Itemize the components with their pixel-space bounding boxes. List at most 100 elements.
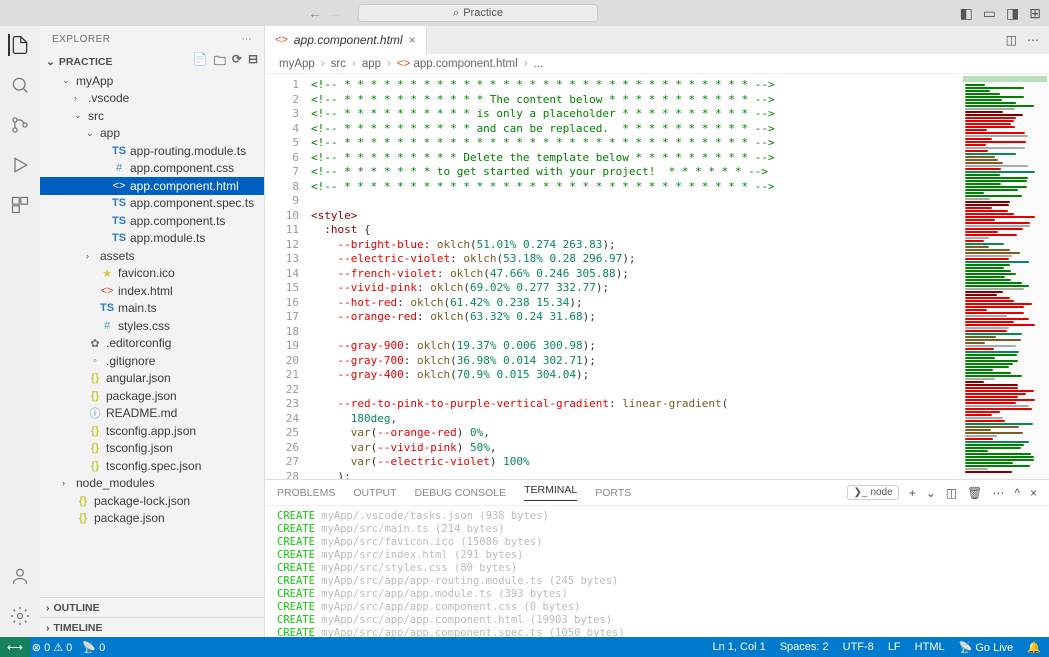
code-line[interactable] <box>311 325 961 340</box>
tab-more-icon[interactable]: ⋯ <box>1027 33 1039 47</box>
status-golive[interactable]: 📡 Go Live <box>959 641 1014 654</box>
code-editor[interactable]: <!-- * * * * * * * * * * * * * * * * * *… <box>311 74 961 479</box>
tree-item[interactable]: TSapp-routing.module.ts <box>40 142 264 160</box>
new-folder-icon[interactable]: 🗀 <box>214 52 226 73</box>
tree-item[interactable]: <>app.component.html <box>40 177 264 195</box>
refresh-icon[interactable]: ⟳ <box>232 52 242 73</box>
code-line[interactable]: --gray-900: oklch(19.37% 0.006 300.98); <box>311 339 961 354</box>
new-file-icon[interactable]: 📄 <box>193 52 208 73</box>
accounts-icon[interactable] <box>9 565 31 587</box>
tree-item[interactable]: ⌄src <box>40 107 264 125</box>
code-line[interactable]: var(--vivid-pink) 50%, <box>311 441 961 456</box>
tree-item[interactable]: ›.vscode <box>40 90 264 108</box>
tree-item[interactable]: {}package.json <box>40 510 264 528</box>
tree-item[interactable]: {}angular.json <box>40 370 264 388</box>
status-encoding[interactable]: UTF-8 <box>843 641 874 653</box>
tree-item[interactable]: {}tsconfig.json <box>40 440 264 458</box>
tree-item[interactable]: ⌄app <box>40 125 264 143</box>
code-line[interactable]: <!-- * * * * * * * * * * is only a place… <box>311 107 961 122</box>
tree-item[interactable]: ›node_modules <box>40 475 264 493</box>
tree-item[interactable]: ⓘREADME.md <box>40 405 264 423</box>
code-line[interactable]: <!-- * * * * * * * * * * * The content b… <box>311 93 961 108</box>
tree-item[interactable]: TSapp.component.ts <box>40 212 264 230</box>
code-line[interactable]: --gray-400: oklch(70.9% 0.015 304.04); <box>311 368 961 383</box>
nav-back-icon[interactable]: ← <box>308 5 322 21</box>
split-editor-icon[interactable]: ◫ <box>1006 33 1017 47</box>
settings-gear-icon[interactable] <box>9 605 31 627</box>
close-panel-icon[interactable]: × <box>1030 486 1037 500</box>
code-line[interactable]: 180deg, <box>311 412 961 427</box>
code-line[interactable]: <!-- * * * * * * * * * Delete the templa… <box>311 151 961 166</box>
tab-debug-console[interactable]: DEBUG CONSOLE <box>415 487 507 499</box>
breadcrumb-segment[interactable]: src <box>331 58 346 70</box>
run-debug-icon[interactable] <box>9 154 31 176</box>
code-line[interactable]: <!-- * * * * * * * * * * * * * * * * * *… <box>311 78 961 93</box>
tab-output[interactable]: OUTPUT <box>353 487 396 499</box>
tab-ports[interactable]: PORTS <box>595 487 631 499</box>
code-line[interactable]: var(--orange-red) 0%, <box>311 426 961 441</box>
layout-customize-icon[interactable]: ⊞ <box>1029 5 1041 22</box>
breadcrumb[interactable]: myApp›src›app›<> app.component.html›... <box>265 54 1049 74</box>
search-activity-icon[interactable] <box>9 74 31 96</box>
editor-tab[interactable]: <> app.component.html × <box>265 26 427 54</box>
status-ports[interactable]: 📡 0 <box>82 641 105 654</box>
source-control-icon[interactable] <box>9 114 31 136</box>
status-errors[interactable]: ⊗ 0 ⚠ 0 <box>32 641 73 654</box>
extensions-icon[interactable] <box>9 194 31 216</box>
tree-item[interactable]: {}package-lock.json <box>40 492 264 510</box>
layout-bottom-icon[interactable]: ▭ <box>983 5 996 22</box>
tree-item[interactable]: <>index.html <box>40 282 264 300</box>
breadcrumb-segment[interactable]: ... <box>534 58 544 70</box>
tree-item[interactable]: {}package.json <box>40 387 264 405</box>
layout-right-icon[interactable]: ◨ <box>1006 5 1019 22</box>
kill-terminal-icon[interactable]: 🗑 <box>967 486 982 500</box>
split-terminal-icon[interactable]: ◫ <box>946 486 957 500</box>
code-line[interactable]: <!-- * * * * * * * * * * * * * * * * * *… <box>311 180 961 195</box>
collapse-all-icon[interactable]: ⊟ <box>248 52 258 73</box>
code-line[interactable]: --gray-700: oklch(36.98% 0.014 302.71); <box>311 354 961 369</box>
tree-item[interactable]: ⌄myApp <box>40 72 264 90</box>
tree-item[interactable]: TSapp.component.spec.ts <box>40 195 264 213</box>
code-line[interactable]: <style> <box>311 209 961 224</box>
tree-item[interactable]: ✿.editorconfig <box>40 335 264 353</box>
outline-section[interactable]: › OUTLINE <box>40 597 264 617</box>
status-eol[interactable]: LF <box>888 641 901 653</box>
code-line[interactable]: ); <box>311 470 961 480</box>
tree-item[interactable]: {}tsconfig.app.json <box>40 422 264 440</box>
terminal-shell-chip[interactable]: ❯_node <box>847 485 898 500</box>
tree-item[interactable]: ◦.gitignore <box>40 352 264 370</box>
tree-item[interactable]: ★favicon.ico <box>40 265 264 283</box>
code-line[interactable]: --bright-blue: oklch(51.01% 0.274 263.83… <box>311 238 961 253</box>
status-indentation[interactable]: Spaces: 2 <box>780 641 829 653</box>
timeline-section[interactable]: › TIMELINE <box>40 617 264 637</box>
panel-more-icon[interactable]: ⋯ <box>992 486 1004 500</box>
code-line[interactable] <box>311 383 961 398</box>
explorer-icon[interactable] <box>8 34 30 56</box>
project-header[interactable]: ⌄ PRACTICE 📄 🗀 ⟳ ⊟ <box>40 52 264 72</box>
status-language[interactable]: HTML <box>915 641 945 653</box>
tab-problems[interactable]: PROBLEMS <box>277 487 335 499</box>
tree-item[interactable]: TSmain.ts <box>40 300 264 318</box>
minimap[interactable] <box>961 74 1049 479</box>
code-line[interactable]: var(--electric-violet) 100% <box>311 455 961 470</box>
code-line[interactable]: --hot-red: oklch(61.42% 0.238 15.34); <box>311 296 961 311</box>
code-line[interactable]: --vivid-pink: oklch(69.02% 0.277 332.77)… <box>311 281 961 296</box>
command-center[interactable]: ⌕ Practice <box>358 4 598 22</box>
code-line[interactable]: <!-- * * * * * * * to get started with y… <box>311 165 961 180</box>
code-line[interactable]: --orange-red: oklch(63.32% 0.24 31.68); <box>311 310 961 325</box>
status-notifications-icon[interactable]: 🔔 <box>1027 641 1041 654</box>
close-tab-icon[interactable]: × <box>409 33 416 47</box>
tab-terminal[interactable]: TERMINAL <box>524 484 577 501</box>
terminal[interactable]: CREATE myApp/.vscode/tasks.json (938 byt… <box>265 506 1049 637</box>
code-line[interactable]: --red-to-pink-to-purple-vertical-gradien… <box>311 397 961 412</box>
code-line[interactable]: --electric-violet: oklch(53.18% 0.28 296… <box>311 252 961 267</box>
layout-left-icon[interactable]: ◧ <box>960 5 973 22</box>
code-line[interactable]: :host { <box>311 223 961 238</box>
code-line[interactable]: <!-- * * * * * * * * * * * * * * * * * *… <box>311 136 961 151</box>
tree-item[interactable]: #app.component.css <box>40 160 264 178</box>
terminal-dropdown-icon[interactable]: ⌄ <box>926 486 936 500</box>
remote-indicator[interactable]: ⟷ <box>0 637 30 657</box>
tree-item[interactable]: {}tsconfig.spec.json <box>40 457 264 475</box>
maximize-panel-icon[interactable]: ^ <box>1014 486 1020 500</box>
breadcrumb-segment[interactable]: myApp <box>279 58 315 70</box>
